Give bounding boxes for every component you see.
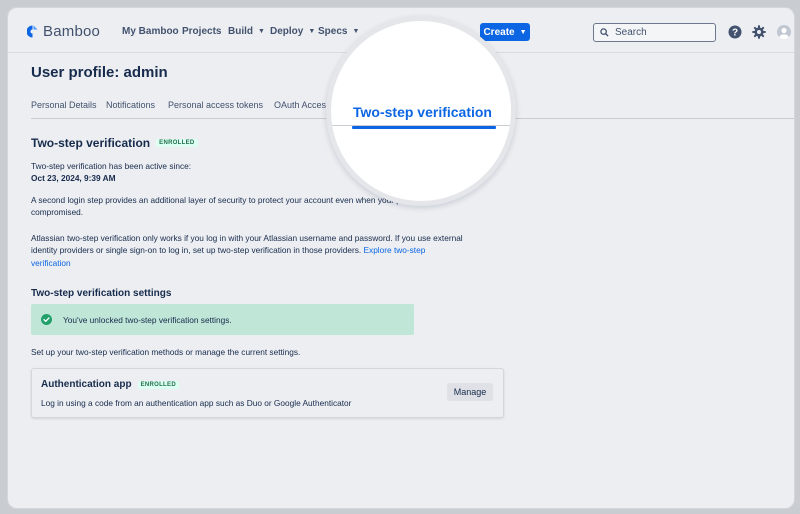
auth-app-description: Log in using a code from an authenticati…: [41, 398, 352, 408]
chevron-down-icon: ▼: [519, 28, 527, 36]
nav-build[interactable]: Build ▼: [228, 26, 265, 37]
create-button[interactable]: Create ▼: [480, 23, 530, 41]
gear-icon[interactable]: [752, 25, 766, 39]
section-header: Two-step verification ENROLLED: [31, 136, 198, 150]
nav-projects[interactable]: Projects: [182, 26, 221, 37]
tab-personal-details[interactable]: Personal Details: [31, 100, 97, 110]
search-input[interactable]: Search: [593, 23, 716, 42]
search-placeholder: Search: [615, 27, 647, 38]
settings-title: Two-step verification settings: [31, 288, 172, 299]
tab-two-step-verification[interactable]: Two-step verification: [353, 104, 492, 120]
user-avatar-icon: [779, 27, 789, 39]
brand-name: Bamboo: [43, 23, 101, 40]
chevron-down-icon: ▼: [258, 28, 265, 35]
nav-build-label: Build: [228, 26, 253, 37]
tab-notifications[interactable]: Notifications: [106, 100, 155, 110]
chevron-down-icon: ▼: [308, 28, 316, 35]
intro-paragraph: A second login step provides an addition…: [31, 194, 440, 219]
note-line-3: verification: [31, 257, 463, 269]
nav-specs[interactable]: Specs ▼: [318, 26, 359, 37]
create-button-label: Create: [483, 26, 515, 38]
svg-text:?: ?: [732, 28, 738, 39]
status-badge: ENROLLED: [156, 139, 198, 147]
auth-app-header: Authentication app ENROLLED: [41, 379, 179, 390]
explore-link[interactable]: Explore two-step: [364, 245, 426, 255]
auth-app-status-badge: ENROLLED: [137, 380, 179, 389]
active-since-date: Oct 23, 2024, 9:39 AM: [31, 173, 116, 183]
nav-my-bamboo[interactable]: My Bamboo: [122, 26, 179, 37]
success-message: You've unlocked two-step verification se…: [31, 304, 414, 335]
note-line-2-text: identity providers or single sign-on to …: [31, 245, 362, 256]
nav-deploy-label: Deploy: [270, 26, 304, 37]
nav-my-bamboo-label: My Bamboo: [122, 26, 179, 37]
note-paragraph: Atlassian two-step verification only wor…: [31, 232, 463, 269]
note-line-2: identity providers or single sign-on to …: [31, 244, 463, 256]
authentication-app-card: Authentication app ENROLLED Log in using…: [31, 368, 504, 418]
page-title: User profile: admin: [31, 64, 168, 81]
tab-personal-access-tokens[interactable]: Personal access tokens: [168, 100, 263, 110]
nav-specs-label: Specs: [318, 26, 348, 37]
avatar[interactable]: [777, 25, 791, 39]
nav-deploy[interactable]: Deploy ▼: [270, 26, 315, 37]
intro-line-2: compromised.: [31, 207, 84, 218]
search-icon: [600, 28, 609, 37]
manage-button[interactable]: Manage: [447, 383, 493, 401]
chevron-down-icon: ▼: [352, 28, 360, 35]
bamboo-logo-icon: [27, 25, 38, 38]
settings-description: Set up your two-step verification method…: [31, 347, 301, 357]
auth-app-title: Authentication app: [41, 379, 132, 390]
active-since-label: Two-step verification has been active si…: [31, 161, 192, 171]
magnified-active-tab: Two-step verification: [326, 16, 516, 206]
app-window: Bamboo My Bamboo Projects Build ▼ Deploy…: [7, 7, 795, 509]
bamboo-logo[interactable]: Bamboo: [27, 23, 100, 40]
check-circle-icon: [41, 314, 52, 325]
success-message-text: You've unlocked two-step verification se…: [63, 314, 232, 325]
help-icon[interactable]: ?: [728, 25, 742, 39]
section-title: Two-step verification: [31, 136, 151, 150]
nav-projects-label: Projects: [182, 26, 222, 37]
explore-link-continued[interactable]: verification: [31, 258, 71, 268]
tab-oauth-access[interactable]: OAuth Acces: [274, 100, 326, 110]
note-line-1: Atlassian two-step verification only wor…: [31, 233, 463, 243]
active-tab-indicator: [352, 126, 496, 129]
